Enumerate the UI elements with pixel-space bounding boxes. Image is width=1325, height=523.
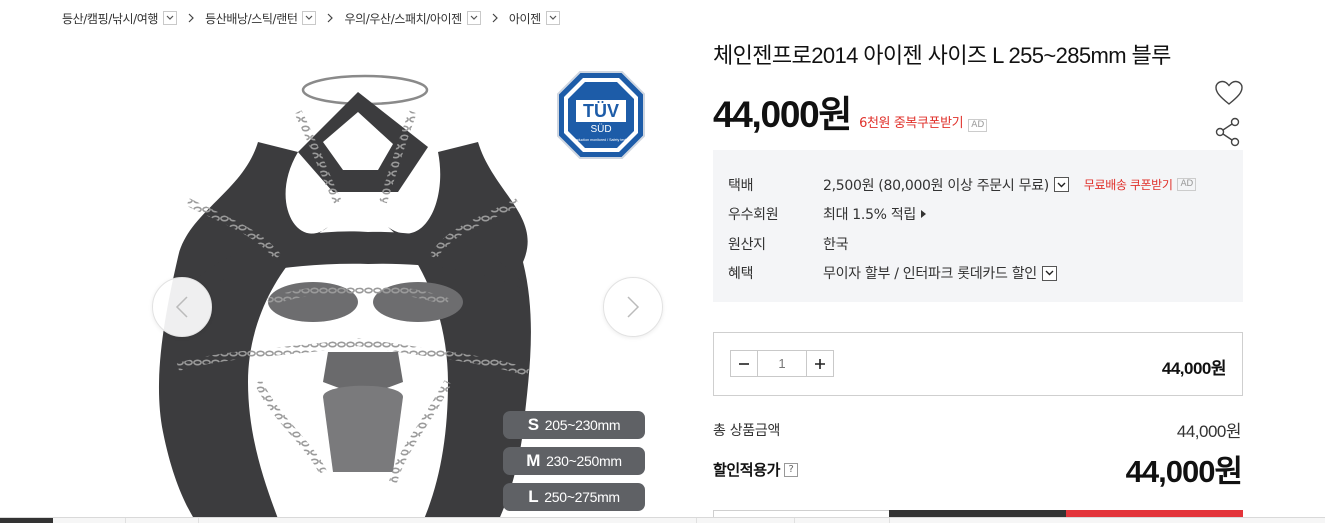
tab-item[interactable] (199, 518, 697, 523)
product-info-box: 택배 2,500원 (80,000원 이상 주문시 무료) 무료배송 쿠폰받기 … (713, 150, 1243, 302)
chevron-right-icon (627, 296, 640, 318)
chevron-right-icon (327, 13, 334, 23)
plus-icon (815, 358, 825, 369)
tab-item[interactable] (795, 518, 890, 523)
free-shipping-coupon-link[interactable]: 무료배송 쿠폰받기 (1084, 176, 1173, 193)
tab-item[interactable] (126, 518, 199, 523)
product-price: 44,000원 (713, 94, 852, 135)
benefit-row: 혜택 무이자 할부 / 인터파크 롯데카드 할인 (728, 259, 1228, 289)
discount-value: 44,000원 (1125, 454, 1243, 489)
quantity-input[interactable]: 1 (757, 351, 807, 376)
line-price: 44,000원 (1161, 359, 1227, 378)
ad-tag: AD (1177, 178, 1196, 192)
size-range: 230~250mm (546, 453, 622, 469)
ad-tag: AD (968, 119, 988, 132)
discount-label: 할인적용가 (713, 461, 781, 479)
breadcrumb-item-category-3[interactable]: 우의/우산/스패치/아이젠 (344, 10, 481, 27)
increase-button[interactable] (807, 351, 833, 376)
breadcrumb: 등산/캠핑/낚시/여행 등산배낭/스틱/랜턴 우의/우산/스패치/아이젠 아이젠 (62, 9, 560, 27)
origin-row: 원산지 한국 (728, 229, 1228, 259)
shipping-value: 2,500원 (80,000원 이상 주문시 무료) 무료배송 쿠폰받기 AD (823, 175, 1196, 195)
shipping-fee-text: 2,500원 (80,000원 이상 주문시 무료) (823, 177, 1049, 194)
chevron-right-icon (188, 13, 194, 23)
benefit-label: 혜택 (728, 266, 754, 283)
chevron-down-icon[interactable] (545, 11, 560, 25)
total-value: 44,000원 (1176, 422, 1242, 441)
breadcrumb-item-category-4[interactable]: 아이젠 (509, 10, 560, 27)
tab-item[interactable] (697, 518, 795, 523)
chevron-down-icon[interactable] (163, 11, 178, 25)
chevron-down-icon[interactable] (466, 11, 481, 25)
chevron-left-icon (175, 296, 188, 318)
chevron-right-icon (492, 13, 498, 23)
breadcrumb-label[interactable]: 등산/캠핑/낚시/여행 (62, 10, 158, 27)
minus-icon (739, 362, 749, 365)
coupon-link[interactable]: 6천원 중복쿠폰받기 (859, 112, 963, 131)
benefit-value: 무이자 할부 / 인터파크 롯데카드 할인 (823, 263, 1057, 283)
decrease-button[interactable] (731, 351, 757, 376)
tuv-brand-text: TÜV (583, 101, 619, 121)
quantity-box: 1 44,000원 (713, 332, 1243, 396)
help-icon[interactable]: ? (784, 462, 799, 477)
member-row: 우수회원 최대 1.5% 적립 (728, 200, 1228, 230)
breadcrumb-label[interactable]: 우의/우산/스패치/아이젠 (344, 10, 462, 27)
image-next-button[interactable] (603, 277, 663, 337)
tuv-caption-text: Production monitored / Safety tested (572, 138, 630, 142)
tab-item[interactable] (53, 518, 126, 523)
size-range: 250~275mm (544, 489, 620, 505)
breadcrumb-label[interactable]: 등산배낭/스틱/랜턴 (205, 10, 298, 27)
member-label: 우수회원 (728, 207, 779, 224)
chevron-down-icon[interactable] (1053, 177, 1069, 193)
total-label: 총 상품금액 (713, 423, 781, 439)
member-points-text[interactable]: 최대 1.5% 적립 (823, 204, 916, 224)
size-badge-m: M 230~250mm (503, 447, 645, 475)
quantity-stepper[interactable]: 1 (730, 350, 834, 377)
product-title: 체인젠프로2014 아이젠 사이즈 L 255~285mm 블루 (713, 43, 1171, 68)
tab-active[interactable] (0, 518, 53, 523)
bottom-tab-bar (0, 517, 1325, 523)
share-icon (1215, 117, 1240, 147)
shipping-row: 택배 2,500원 (80,000원 이상 주문시 무료) 무료배송 쿠폰받기 … (728, 170, 1228, 200)
size-letter: M (526, 451, 541, 470)
chevron-down-icon[interactable] (302, 11, 317, 25)
size-range: 205~230mm (544, 417, 621, 433)
wishlist-button[interactable] (1214, 80, 1244, 110)
origin-value: 한국 (823, 236, 849, 253)
size-badge-s: S 205~230mm (503, 411, 645, 439)
origin-label: 원산지 (728, 236, 766, 253)
breadcrumb-item-category-2[interactable]: 등산배낭/스틱/랜턴 (205, 10, 317, 27)
heart-icon (1215, 80, 1243, 105)
share-button[interactable] (1215, 117, 1241, 151)
breadcrumb-label[interactable]: 아이젠 (509, 10, 541, 27)
chevron-down-icon[interactable] (1041, 265, 1057, 281)
size-letter: L (528, 487, 539, 506)
caret-right-icon[interactable] (921, 210, 926, 219)
tuv-sub-text: SÜD (590, 123, 611, 135)
size-badge-l: L 250~275mm (503, 483, 645, 511)
tuv-certification-badge: TÜV SÜD Production monitored / Safety te… (556, 70, 646, 160)
price-row: 44,000원 6천원 중복쿠폰받기 AD (713, 84, 988, 138)
member-value[interactable]: 최대 1.5% 적립 (823, 204, 926, 224)
benefit-text: 무이자 할부 / 인터파크 롯데카드 할인 (823, 266, 1037, 283)
size-letter: S (527, 415, 539, 434)
discount-label-row: 할인적용가 ? (713, 459, 799, 480)
breadcrumb-item-category-1[interactable]: 등산/캠핑/낚시/여행 (62, 10, 178, 27)
image-prev-button[interactable] (152, 277, 212, 337)
shipping-label: 택배 (728, 177, 754, 194)
